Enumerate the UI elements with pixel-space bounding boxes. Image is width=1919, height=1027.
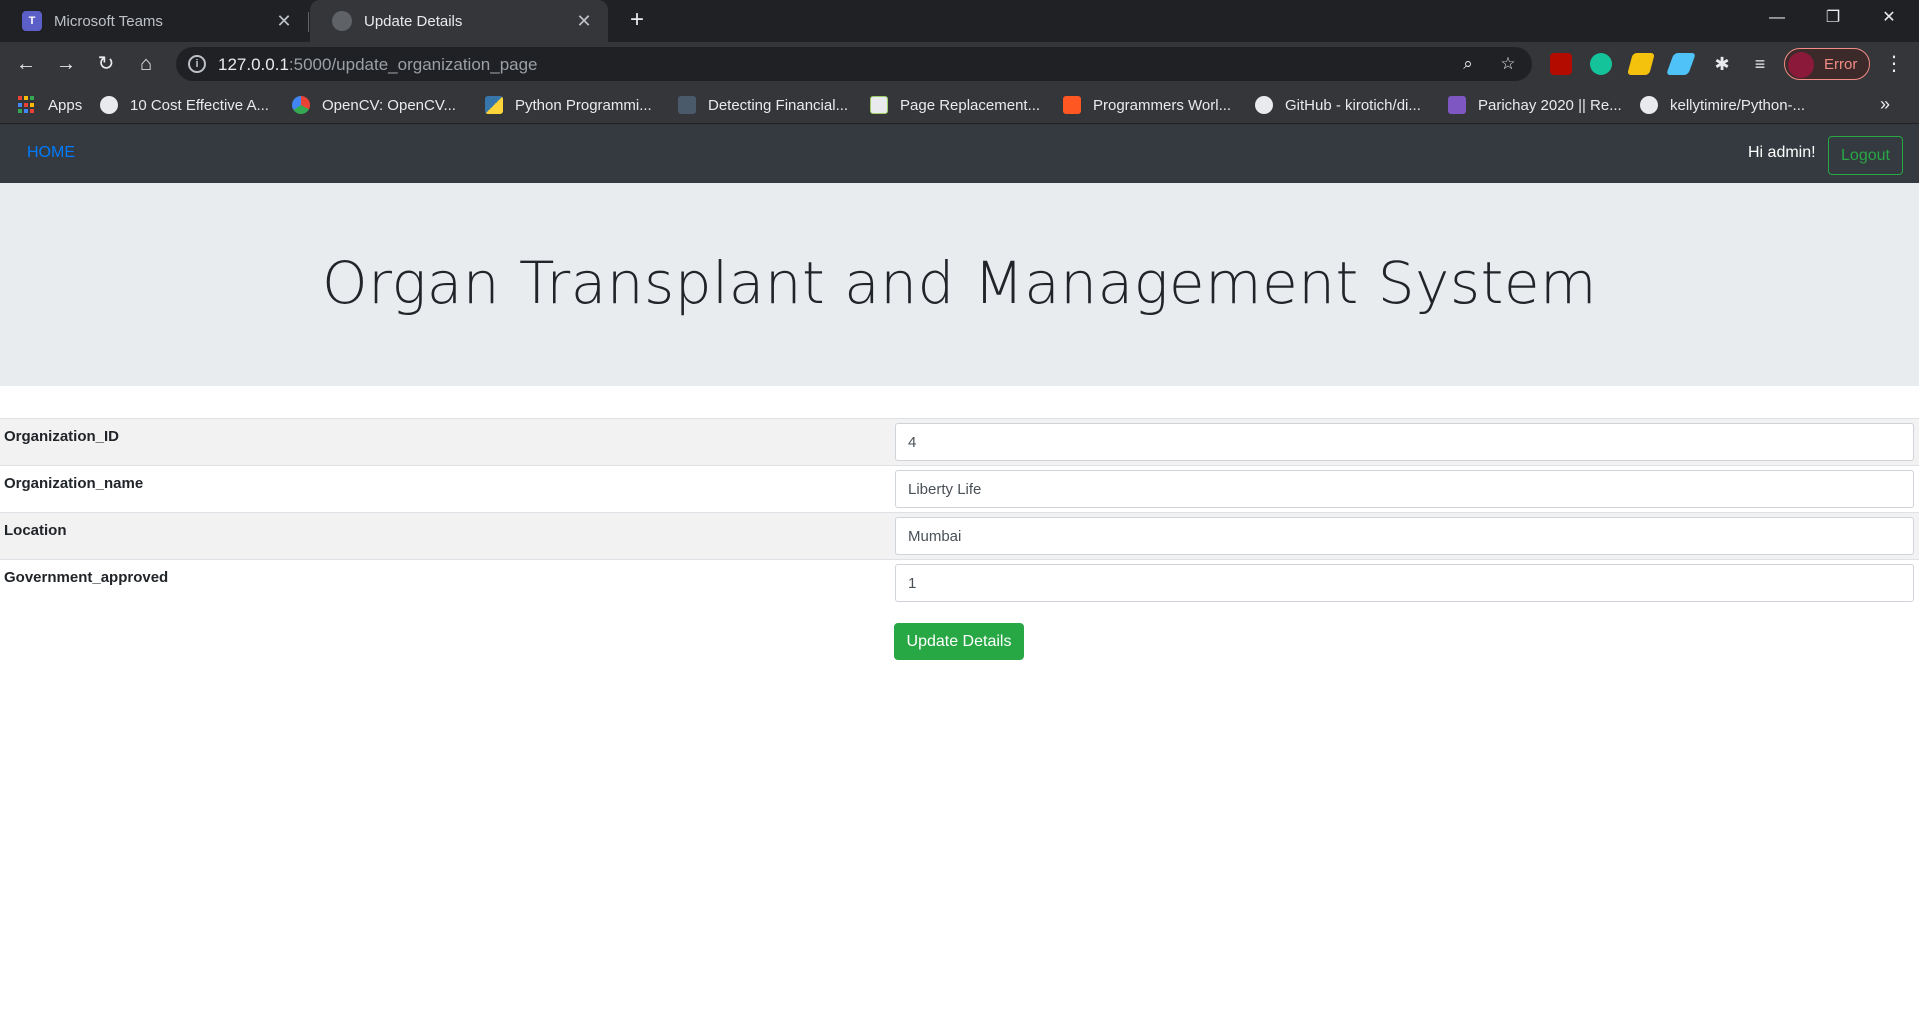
acrobat-extension-icon[interactable]: [1550, 53, 1572, 75]
field-label: Organization_ID: [4, 428, 120, 445]
bookmark-item[interactable]: Parichay 2020 || Re...: [1448, 94, 1622, 116]
avatar: [1788, 52, 1814, 78]
user-greeting: Hi admin!: [1748, 144, 1816, 161]
location-input[interactable]: [895, 517, 1914, 555]
bookmark-apps[interactable]: Apps: [18, 94, 82, 116]
opencv-icon: [292, 96, 310, 114]
forward-arrow-icon[interactable]: →: [52, 50, 80, 78]
apps-grid-icon: [18, 96, 36, 114]
bookmark-label: Parichay 2020 || Re...: [1478, 96, 1622, 114]
bookmark-label: 10 Cost Effective A...: [130, 96, 269, 114]
close-icon[interactable]: ✕: [274, 11, 294, 31]
bookmark-item[interactable]: Python Programmi...: [485, 94, 652, 116]
home-link[interactable]: HOME: [27, 144, 75, 162]
form-row-organization-name: Organization_name: [0, 465, 1919, 512]
field-label: Location: [4, 522, 67, 539]
grammarly-extension-icon[interactable]: [1590, 53, 1612, 75]
blogger-icon: [1063, 96, 1081, 114]
form-row-government-approved: Government_approved: [0, 559, 1919, 606]
python-icon: [485, 96, 503, 114]
chart-icon: [870, 96, 888, 114]
tab-title: Microsoft Teams: [54, 12, 163, 30]
bookmark-item[interactable]: GitHub - kirotich/di...: [1255, 94, 1421, 116]
pen-extension-icon[interactable]: [1665, 53, 1697, 75]
government-approved-input[interactable]: [895, 564, 1914, 602]
bookmark-label: Programmers Worl...: [1093, 96, 1232, 114]
update-organization-form: Organization_ID Organization_name Locati…: [0, 418, 1919, 606]
reading-list-icon[interactable]: ≡: [1746, 50, 1774, 78]
bookmark-item[interactable]: Programmers Worl...: [1063, 94, 1231, 116]
back-arrow-icon[interactable]: ←: [12, 50, 40, 78]
globe-icon: [332, 11, 352, 31]
organization-id-input[interactable]: [895, 423, 1914, 461]
tab-microsoft-teams[interactable]: T Microsoft Teams ✕: [0, 0, 308, 42]
bookmark-label: GitHub - kirotich/di...: [1285, 96, 1421, 114]
bookmarks-bar: Apps 10 Cost Effective A... OpenCV: Open…: [0, 86, 1919, 124]
extensions-puzzle-icon[interactable]: ✱: [1708, 50, 1736, 78]
page-title: Organ Transplant and Management System: [321, 249, 1598, 317]
bookmarks-overflow-button[interactable]: »: [1880, 94, 1890, 115]
close-window-button[interactable]: ✕: [1861, 0, 1917, 36]
field-label: Organization_name: [4, 475, 144, 492]
forms-icon: [1448, 96, 1466, 114]
tab-separator: [308, 12, 309, 32]
teams-icon: T: [22, 11, 42, 31]
browser-toolbar: ← → ↻ ⌂ i 127.0.0.1:5000/update_organiza…: [0, 42, 1919, 86]
form-row-organization-id: Organization_ID: [0, 418, 1919, 465]
site-navbar: HOME Hi admin! Logout: [0, 124, 1919, 183]
reload-icon[interactable]: ↻: [92, 50, 120, 78]
organization-name-input[interactable]: [895, 470, 1914, 508]
field-label: Government_approved: [4, 569, 169, 586]
tab-update-details[interactable]: Update Details ✕: [310, 0, 608, 42]
github-icon: [1640, 96, 1658, 114]
form-row-location: Location: [0, 512, 1919, 559]
profile-button[interactable]: Error: [1784, 48, 1870, 80]
bookmark-label: Detecting Financial...: [708, 96, 849, 114]
address-bar[interactable]: i 127.0.0.1:5000/update_organization_pag…: [176, 47, 1532, 81]
bookmark-item[interactable]: Page Replacement...: [870, 94, 1040, 116]
info-icon[interactable]: i: [188, 55, 206, 73]
close-icon[interactable]: ✕: [574, 11, 594, 31]
bookmark-label: kellytimire/Python-...: [1670, 96, 1806, 114]
bookmark-label: Python Programmi...: [515, 96, 652, 114]
bookmark-item[interactable]: kellytimire/Python-...: [1640, 94, 1805, 116]
github-icon: [1255, 96, 1273, 114]
menu-dots-icon[interactable]: ⋮: [1884, 50, 1904, 78]
tab-title: Update Details: [364, 12, 463, 30]
logout-button[interactable]: Logout: [1828, 136, 1903, 175]
url-text[interactable]: 127.0.0.1:5000/update_organization_page: [218, 55, 538, 75]
bookmark-label: Apps: [48, 96, 83, 114]
minimize-button[interactable]: —: [1749, 0, 1805, 36]
bookmark-item[interactable]: Detecting Financial...: [678, 94, 848, 116]
highlighter-extension-icon[interactable]: [1627, 53, 1655, 75]
update-details-button[interactable]: Update Details: [894, 623, 1024, 660]
star-icon[interactable]: ☆: [1498, 54, 1518, 74]
restore-button[interactable]: ❐: [1805, 0, 1861, 36]
bookmark-label: OpenCV: OpenCV...: [322, 96, 456, 114]
globe-icon: [100, 96, 118, 114]
zoom-icon[interactable]: ⌕: [1458, 54, 1478, 74]
tds-icon: [678, 96, 696, 114]
url-path: :5000/update_organization_page: [288, 55, 538, 74]
home-icon[interactable]: ⌂: [132, 50, 160, 78]
browser-tabstrip: T Microsoft Teams ✕ Update Details ✕ + —…: [0, 0, 1919, 42]
url-host: 127.0.0.1: [218, 55, 289, 74]
bookmark-item[interactable]: OpenCV: OpenCV...: [292, 94, 456, 116]
bookmark-label: Page Replacement...: [900, 96, 1041, 114]
bookmark-item[interactable]: 10 Cost Effective A...: [100, 94, 269, 116]
profile-status: Error: [1824, 56, 1858, 73]
jumbotron-header: Organ Transplant and Management System: [0, 183, 1919, 386]
new-tab-button[interactable]: +: [624, 8, 650, 34]
